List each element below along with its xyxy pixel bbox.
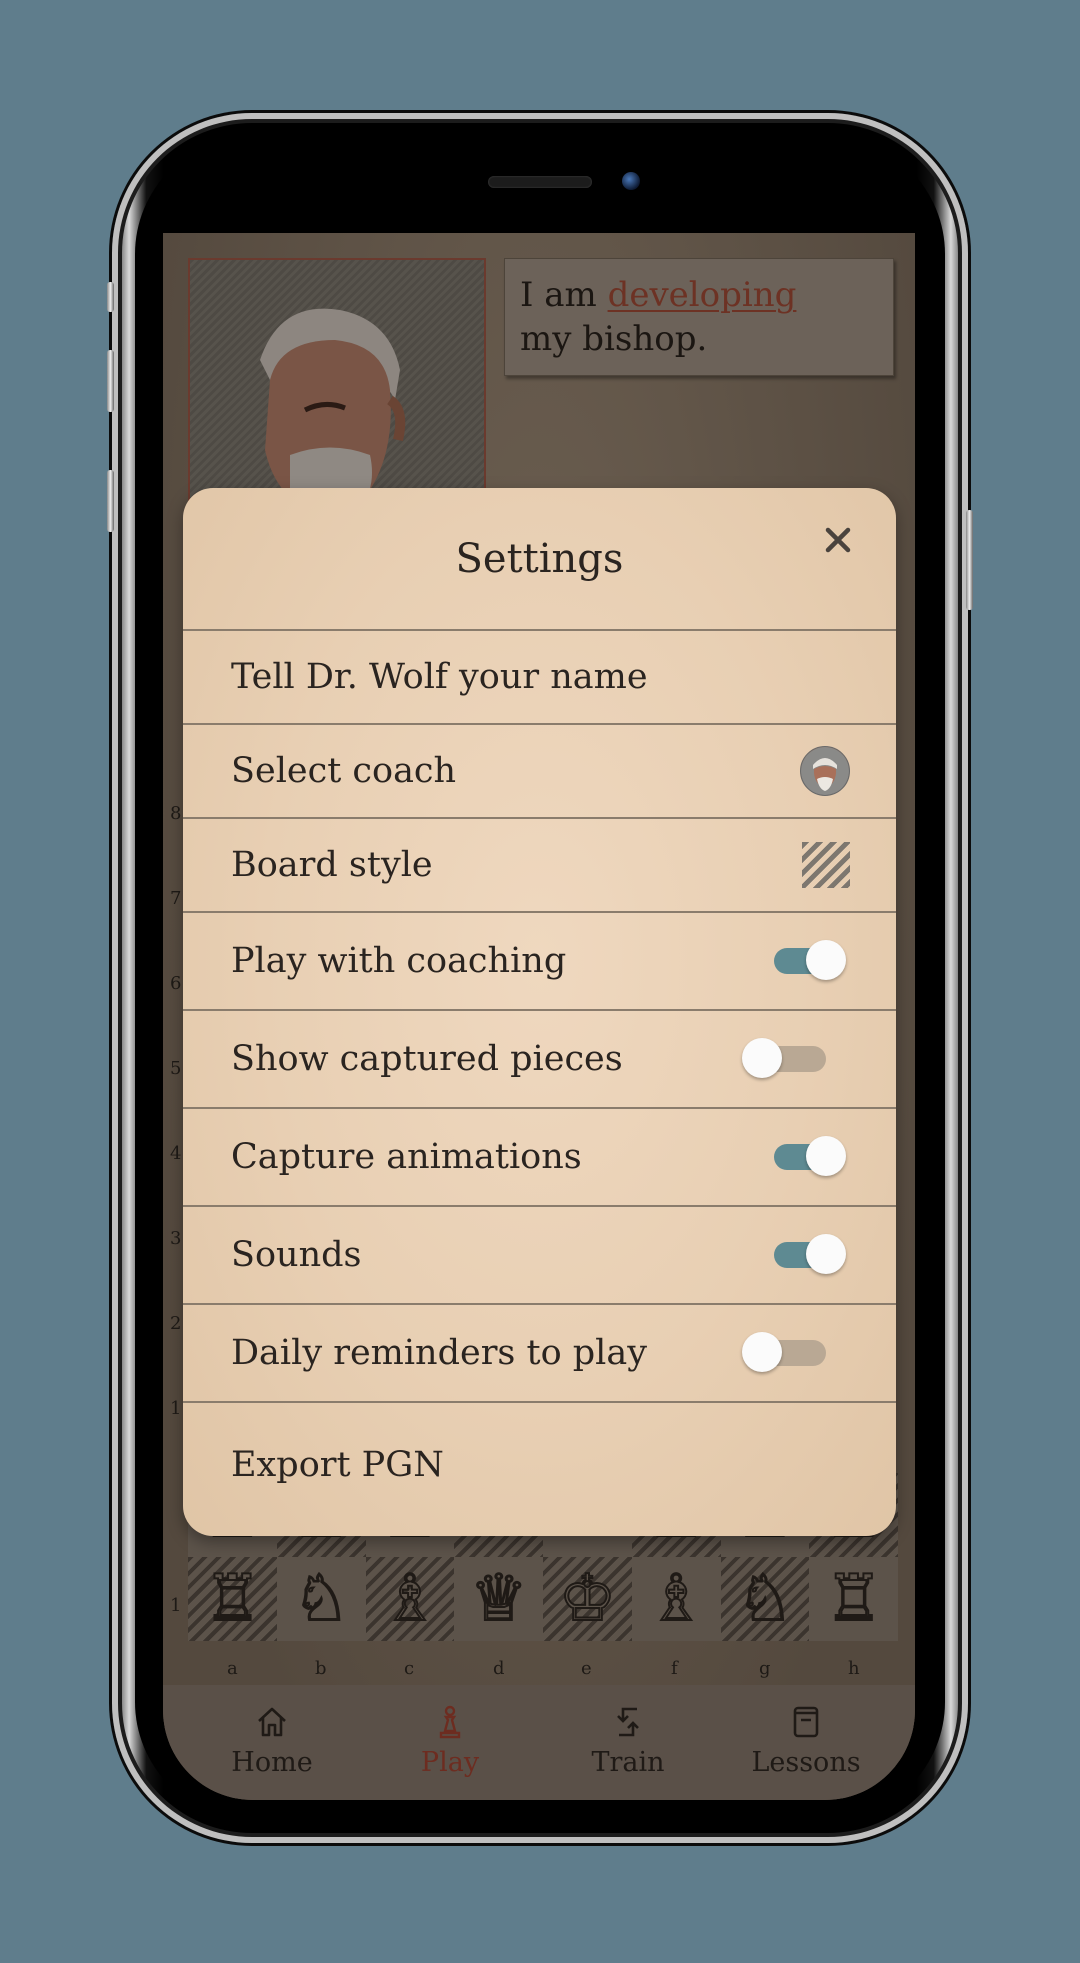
pawn-icon bbox=[439, 1705, 461, 1739]
row-label: Board style bbox=[231, 845, 433, 885]
file-label: h bbox=[848, 1658, 860, 1679]
rank-label: 1 bbox=[170, 1595, 182, 1616]
capture-animations-toggle[interactable] bbox=[774, 1136, 846, 1176]
settings-row-capture-animations: Capture animations bbox=[183, 1109, 896, 1207]
row-label: Tell Dr. Wolf your name bbox=[231, 657, 648, 697]
tab-train[interactable]: Train bbox=[543, 1685, 713, 1800]
file-label: b bbox=[315, 1658, 327, 1679]
coach-avatar-face bbox=[801, 747, 849, 795]
tab-label: Home bbox=[231, 1747, 313, 1778]
speech-prefix: I am bbox=[520, 275, 608, 315]
tab-label: Play bbox=[420, 1747, 480, 1778]
settings-row-select-coach[interactable]: Select coach bbox=[183, 725, 896, 819]
white-knight[interactable]: ♘ bbox=[291, 1566, 350, 1632]
volume-down-button bbox=[107, 470, 114, 532]
white-rook[interactable]: ♖ bbox=[203, 1566, 262, 1632]
rank-label: 2 bbox=[170, 1313, 182, 1334]
white-rook[interactable]: ♖ bbox=[824, 1566, 883, 1632]
rank-label: 4 bbox=[170, 1143, 182, 1164]
toggle-knob bbox=[742, 1332, 782, 1372]
power-button bbox=[966, 510, 973, 610]
speech-term-link[interactable]: developing bbox=[608, 275, 797, 315]
row-label: Daily reminders to play bbox=[231, 1333, 648, 1373]
row-label: Play with coaching bbox=[231, 941, 567, 981]
tab-play[interactable]: Play bbox=[365, 1685, 535, 1800]
square-a1[interactable]: ♖ bbox=[188, 1557, 277, 1641]
bottom-tab-bar: Home Play Train Lessons bbox=[163, 1685, 915, 1800]
close-icon bbox=[825, 527, 851, 553]
rank-label: 5 bbox=[170, 1058, 182, 1079]
rank-label: 7 bbox=[170, 888, 182, 909]
square-h1[interactable]: ♖ bbox=[809, 1557, 898, 1641]
square-b1[interactable]: ♘ bbox=[276, 1557, 366, 1641]
play-with-coaching-toggle[interactable] bbox=[774, 940, 846, 980]
tab-label: Train bbox=[591, 1747, 665, 1778]
rank-1: ♖ ♘ ♗ ♕ ♔ ♗ ♘ ♖ bbox=[188, 1557, 898, 1641]
settings-row-sounds: Sounds bbox=[183, 1207, 896, 1305]
daily-reminders-toggle[interactable] bbox=[742, 1332, 826, 1372]
white-queen[interactable]: ♕ bbox=[469, 1566, 528, 1632]
file-label: f bbox=[671, 1658, 678, 1679]
white-knight[interactable]: ♘ bbox=[735, 1566, 794, 1632]
square-f1[interactable]: ♗ bbox=[631, 1557, 721, 1641]
close-button[interactable] bbox=[818, 520, 858, 560]
tab-lessons[interactable]: Lessons bbox=[721, 1685, 891, 1800]
file-label: d bbox=[493, 1658, 505, 1679]
settings-title: Settings bbox=[455, 536, 624, 582]
toggle-knob bbox=[806, 1234, 846, 1274]
coach-speech-bubble: I am developing my bishop. bbox=[504, 258, 894, 376]
volume-up-button bbox=[107, 350, 114, 412]
speech-suffix: my bishop. bbox=[520, 319, 708, 359]
row-label: Export PGN bbox=[231, 1445, 444, 1485]
coach-avatar bbox=[800, 746, 850, 796]
settings-row-play-with-coaching: Play with coaching bbox=[183, 913, 896, 1011]
speaker-grille bbox=[488, 176, 592, 188]
file-label: c bbox=[404, 1658, 415, 1679]
home-icon bbox=[258, 1707, 286, 1737]
tab-home[interactable]: Home bbox=[187, 1685, 357, 1800]
white-bishop[interactable]: ♗ bbox=[380, 1566, 439, 1632]
row-label: Show captured pieces bbox=[231, 1039, 623, 1079]
board-style-swatch bbox=[802, 842, 850, 888]
silent-switch bbox=[107, 282, 114, 312]
file-label: e bbox=[581, 1658, 592, 1679]
square-c1[interactable]: ♗ bbox=[365, 1557, 455, 1641]
settings-modal: Settings Tell Dr. Wolf your name Select … bbox=[183, 488, 896, 1536]
file-label: a bbox=[227, 1658, 238, 1679]
settings-row-board-style[interactable]: Board style bbox=[183, 819, 896, 913]
settings-row-export-pgn[interactable]: Export PGN bbox=[183, 1403, 896, 1533]
settings-header: Settings bbox=[183, 488, 896, 631]
coach-portrait bbox=[188, 258, 486, 522]
square-e1[interactable]: ♔ bbox=[543, 1557, 632, 1641]
book-icon bbox=[793, 1706, 819, 1738]
show-captured-pieces-toggle[interactable] bbox=[742, 1038, 826, 1078]
tab-label: Lessons bbox=[751, 1747, 861, 1778]
rank-label: 3 bbox=[170, 1228, 182, 1249]
toggle-knob bbox=[742, 1038, 782, 1078]
rank-label: 1 bbox=[170, 1398, 182, 1419]
front-camera bbox=[622, 172, 640, 190]
sounds-toggle[interactable] bbox=[774, 1234, 846, 1274]
white-bishop[interactable]: ♗ bbox=[646, 1566, 705, 1632]
row-label: Sounds bbox=[231, 1235, 362, 1275]
white-king[interactable]: ♔ bbox=[558, 1566, 617, 1632]
row-label: Select coach bbox=[231, 751, 457, 791]
toggle-knob bbox=[806, 1136, 846, 1176]
row-label: Capture animations bbox=[231, 1137, 582, 1177]
coach-face-illustration bbox=[260, 308, 406, 520]
square-g1[interactable]: ♘ bbox=[720, 1557, 810, 1641]
rank-label: 6 bbox=[170, 973, 182, 994]
rank-label: 8 bbox=[170, 803, 182, 824]
toggle-knob bbox=[806, 940, 846, 980]
square-d1[interactable]: ♕ bbox=[454, 1557, 543, 1641]
swap-icon bbox=[617, 1707, 639, 1737]
settings-row-daily-reminders: Daily reminders to play bbox=[183, 1305, 896, 1403]
file-label: g bbox=[759, 1658, 771, 1679]
settings-row-name[interactable]: Tell Dr. Wolf your name bbox=[183, 631, 896, 725]
settings-row-show-captured: Show captured pieces bbox=[183, 1011, 896, 1109]
